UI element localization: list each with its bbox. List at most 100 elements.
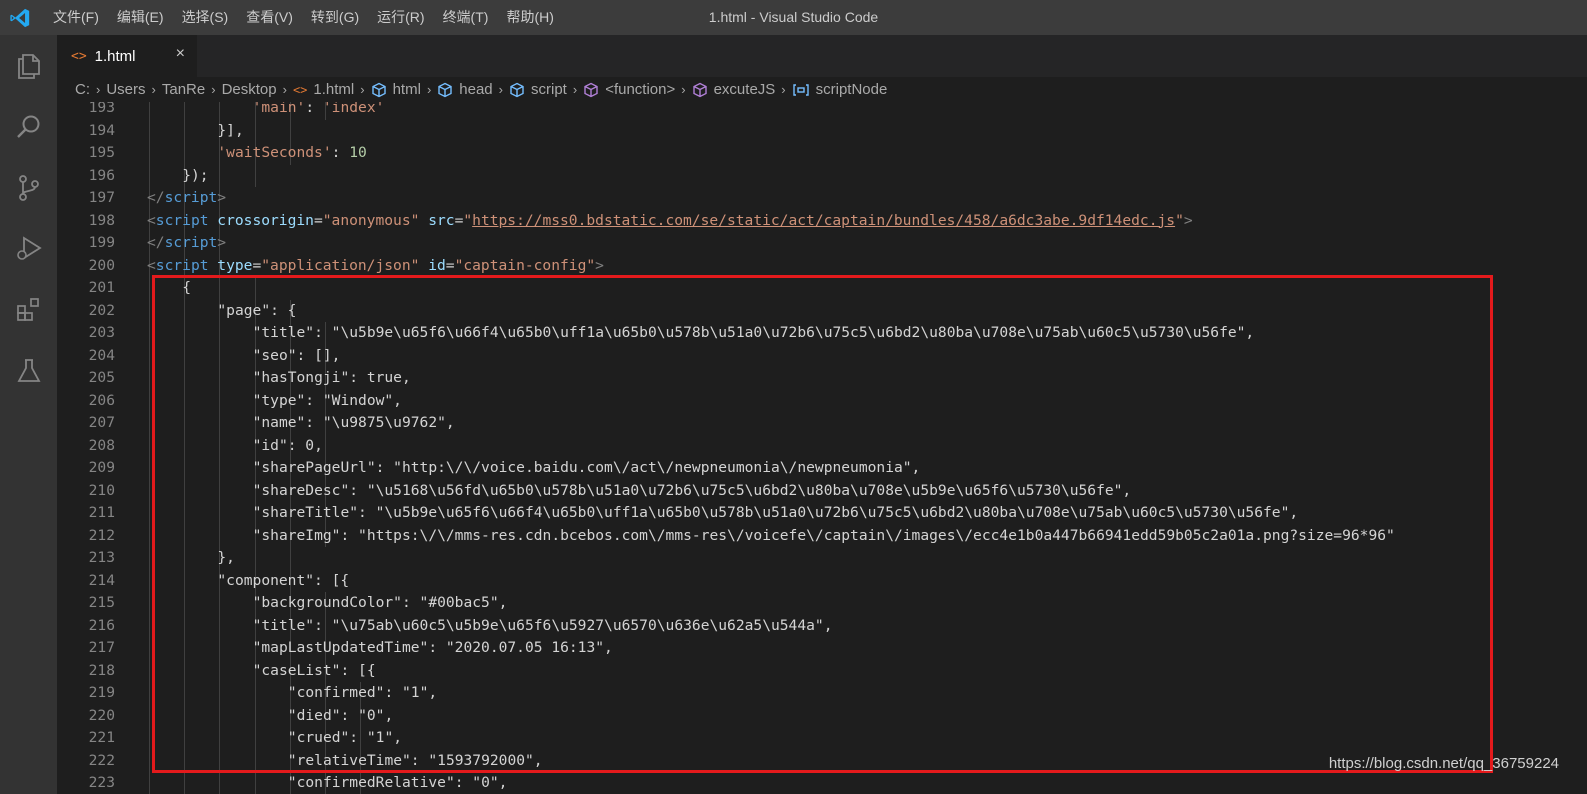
element-icon [371,82,387,98]
html-file-icon: <> [71,48,87,64]
close-icon[interactable]: × [176,45,185,63]
code-token: crossorigin [208,211,314,229]
breadcrumb-label: scriptNode [815,81,888,98]
menu-item-3[interactable]: 查看(V) [237,0,302,35]
menu-item-6[interactable]: 终端(T) [434,0,498,35]
menu-item-4[interactable]: 转到(G) [302,0,368,35]
indent-guide [254,164,256,187]
code-token: "captain-config" [454,256,596,274]
vscode-logo-icon [8,6,32,30]
code-token: = [252,256,262,274]
line-number: 205 [88,369,115,386]
line-number: 218 [88,661,115,679]
line-number: 212 [88,526,115,544]
code-line: 200 <script type="application/json" id="c… [57,254,1587,277]
files-icon[interactable] [0,35,57,96]
indent-guide [149,389,150,412]
indent-guide [149,367,150,390]
breadcrumb-label: script [531,81,567,98]
search-icon[interactable] [0,96,57,157]
code-text: <script crossorigin="anonymous" src="htt… [147,210,1193,233]
code-line: 198 <script crossorigin="anonymous" src="… [57,209,1587,233]
breadcrumb-label: html [392,81,421,98]
chevron-right-icon: › [282,82,287,97]
indent-guide [149,659,150,682]
indent-guide [149,749,150,772]
menu-item-0[interactable]: 文件(F) [44,0,108,35]
method-icon [692,82,708,98]
breadcrumb-item[interactable]: html [371,81,421,98]
chevron-right-icon: › [211,82,216,97]
line-number: 200 [88,256,115,274]
code-token: = [445,256,455,274]
menu-item-5[interactable]: 运行(R) [368,0,433,35]
breadcrumb-label: 1.html [313,81,355,98]
line-number: 199 [88,234,115,251]
indent-guide [219,772,221,794]
indent-guide [149,344,150,367]
line-number: 220 [88,706,115,724]
indent-guide [149,142,150,165]
code-token: script [164,189,218,206]
indent-guide [219,102,221,120]
chevron-right-icon: › [498,82,503,97]
breadcrumb-item[interactable]: Users [106,81,145,98]
indent-guide [149,412,150,435]
breadcrumb-label: C: [75,81,90,98]
code-token: "application/json" [261,256,420,274]
breadcrumb-item[interactable]: scriptNode [792,81,888,98]
line-number: 197 [88,189,115,206]
testing-flask-icon[interactable] [0,340,57,401]
code-line: 194}], [57,119,1587,142]
breadcrumb-item[interactable]: Desktop [222,81,277,98]
code-line: 199 </script> [57,232,1587,255]
line-number: 213 [88,549,115,566]
menu-item-2[interactable]: 选择(S) [173,0,238,35]
breadcrumb-item[interactable]: <> 1.html [293,81,354,98]
red-highlight-box [152,275,1493,773]
code-token: }); [182,166,209,184]
indent-guide [184,772,186,794]
indent-guide [149,277,150,300]
line-number: 219 [88,684,115,701]
title-bar: 文件(F) 编辑(E) 选择(S) 查看(V) 转到(G) 运行(R) 终端(T) 帮助(H)… [0,0,1587,35]
indent-guide [254,119,256,142]
code-token: : [331,144,350,161]
code-token: 'index' [322,102,385,116]
chevron-right-icon: › [572,82,578,97]
extensions-icon[interactable] [0,279,57,340]
line-number: 216 [88,616,115,634]
indent-guide [184,119,186,142]
indent-guide [289,119,291,142]
code-token: 'main' [252,102,306,116]
code-token: }], [217,121,244,139]
code-token: : [305,102,323,116]
run-debug-icon[interactable] [0,218,57,279]
breadcrumb-item[interactable]: script [509,81,567,98]
indent-guide [149,704,150,727]
indent-guide [149,547,150,570]
line-number: 214 [88,571,115,589]
menu-item-7[interactable]: 帮助(H) [497,0,562,35]
breadcrumb-item[interactable]: TanRe [162,81,205,98]
code-text: 'main': 'index' [253,102,385,120]
tab-1-html[interactable]: <> 1.html × [57,35,197,77]
breadcrumb-item[interactable]: <function> [583,81,675,98]
breadcrumb-label: excuteJS [713,81,776,98]
line-number: 193 [88,102,115,116]
line-number: 203 [88,324,115,341]
indent-guide [149,299,150,322]
source-control-icon[interactable] [0,157,57,218]
line-number: 223 [88,774,115,791]
element-icon [437,82,453,98]
breadcrumb-item[interactable]: C: [75,81,90,98]
breadcrumb-item[interactable]: excuteJS [692,81,776,98]
breadcrumb-label: Desktop [221,81,277,98]
menu-item-1[interactable]: 编辑(E) [108,0,173,35]
line-number: 211 [88,504,115,521]
breadcrumb-item[interactable]: head [437,81,493,98]
line-number: 208 [88,436,115,454]
code-text: "confirmedRelative": "0", [288,772,508,794]
code-token: "confirmedRelative": "0", [287,774,508,791]
breadcrumb: C: › Users › TanRe › Desktop › <> 1.html › html › hea… [57,77,1587,102]
